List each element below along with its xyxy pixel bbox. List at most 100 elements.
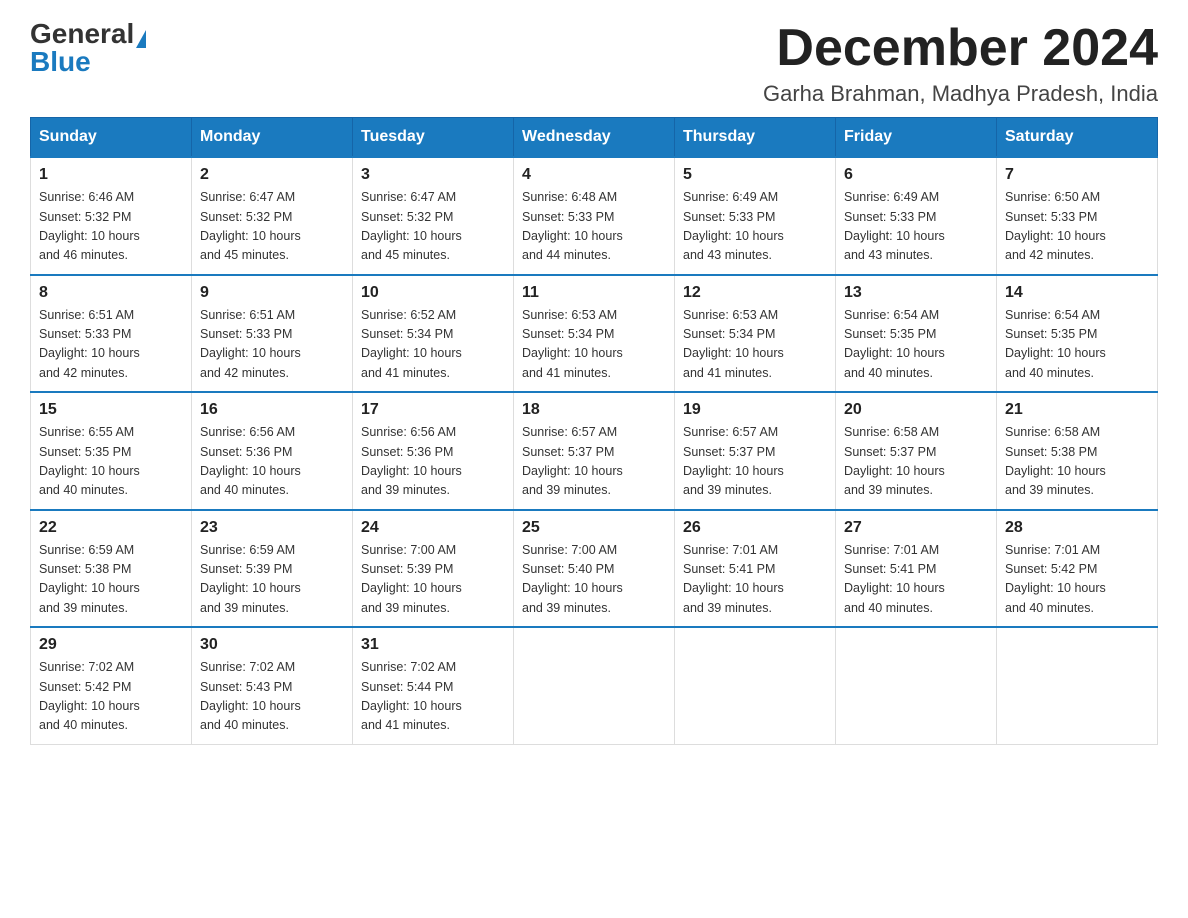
day-info: Sunrise: 6:57 AM Sunset: 5:37 PM Dayligh… (683, 423, 827, 501)
calendar-cell: 16 Sunrise: 6:56 AM Sunset: 5:36 PM Dayl… (192, 392, 353, 510)
calendar-cell: 9 Sunrise: 6:51 AM Sunset: 5:33 PM Dayli… (192, 275, 353, 393)
calendar-week-4: 22 Sunrise: 6:59 AM Sunset: 5:38 PM Dayl… (31, 510, 1158, 628)
day-info: Sunrise: 6:52 AM Sunset: 5:34 PM Dayligh… (361, 306, 505, 384)
day-number: 8 (39, 284, 183, 302)
day-number: 31 (361, 636, 505, 654)
calendar-header-row: Sunday Monday Tuesday Wednesday Thursday… (31, 118, 1158, 158)
day-number: 5 (683, 166, 827, 184)
calendar-cell: 4 Sunrise: 6:48 AM Sunset: 5:33 PM Dayli… (514, 157, 675, 275)
day-number: 19 (683, 401, 827, 419)
day-info: Sunrise: 6:50 AM Sunset: 5:33 PM Dayligh… (1005, 188, 1149, 266)
calendar-cell: 18 Sunrise: 6:57 AM Sunset: 5:37 PM Dayl… (514, 392, 675, 510)
day-number: 24 (361, 519, 505, 537)
calendar-cell: 22 Sunrise: 6:59 AM Sunset: 5:38 PM Dayl… (31, 510, 192, 628)
day-number: 4 (522, 166, 666, 184)
day-number: 11 (522, 284, 666, 302)
day-info: Sunrise: 6:58 AM Sunset: 5:38 PM Dayligh… (1005, 423, 1149, 501)
calendar-cell: 13 Sunrise: 6:54 AM Sunset: 5:35 PM Dayl… (836, 275, 997, 393)
day-info: Sunrise: 7:02 AM Sunset: 5:43 PM Dayligh… (200, 658, 344, 736)
calendar-cell: 21 Sunrise: 6:58 AM Sunset: 5:38 PM Dayl… (997, 392, 1158, 510)
calendar-cell: 27 Sunrise: 7:01 AM Sunset: 5:41 PM Dayl… (836, 510, 997, 628)
location-subtitle: Garha Brahman, Madhya Pradesh, India (763, 81, 1158, 107)
day-info: Sunrise: 6:59 AM Sunset: 5:39 PM Dayligh… (200, 541, 344, 619)
day-number: 3 (361, 166, 505, 184)
calendar-cell: 2 Sunrise: 6:47 AM Sunset: 5:32 PM Dayli… (192, 157, 353, 275)
day-info: Sunrise: 6:51 AM Sunset: 5:33 PM Dayligh… (200, 306, 344, 384)
day-info: Sunrise: 7:01 AM Sunset: 5:41 PM Dayligh… (844, 541, 988, 619)
calendar-table: Sunday Monday Tuesday Wednesday Thursday… (30, 117, 1158, 745)
day-info: Sunrise: 6:58 AM Sunset: 5:37 PM Dayligh… (844, 423, 988, 501)
day-info: Sunrise: 7:01 AM Sunset: 5:42 PM Dayligh… (1005, 541, 1149, 619)
day-info: Sunrise: 6:47 AM Sunset: 5:32 PM Dayligh… (361, 188, 505, 266)
day-info: Sunrise: 6:55 AM Sunset: 5:35 PM Dayligh… (39, 423, 183, 501)
day-info: Sunrise: 6:53 AM Sunset: 5:34 PM Dayligh… (522, 306, 666, 384)
col-saturday: Saturday (997, 118, 1158, 158)
calendar-cell: 29 Sunrise: 7:02 AM Sunset: 5:42 PM Dayl… (31, 627, 192, 744)
day-info: Sunrise: 7:02 AM Sunset: 5:44 PM Dayligh… (361, 658, 505, 736)
day-number: 7 (1005, 166, 1149, 184)
logo: General Blue (30, 20, 146, 76)
day-number: 27 (844, 519, 988, 537)
calendar-week-1: 1 Sunrise: 6:46 AM Sunset: 5:32 PM Dayli… (31, 157, 1158, 275)
day-info: Sunrise: 6:59 AM Sunset: 5:38 PM Dayligh… (39, 541, 183, 619)
calendar-week-3: 15 Sunrise: 6:55 AM Sunset: 5:35 PM Dayl… (31, 392, 1158, 510)
calendar-cell: 19 Sunrise: 6:57 AM Sunset: 5:37 PM Dayl… (675, 392, 836, 510)
col-monday: Monday (192, 118, 353, 158)
day-info: Sunrise: 6:54 AM Sunset: 5:35 PM Dayligh… (844, 306, 988, 384)
day-info: Sunrise: 7:00 AM Sunset: 5:39 PM Dayligh… (361, 541, 505, 619)
day-number: 20 (844, 401, 988, 419)
day-info: Sunrise: 6:46 AM Sunset: 5:32 PM Dayligh… (39, 188, 183, 266)
day-number: 9 (200, 284, 344, 302)
calendar-cell: 12 Sunrise: 6:53 AM Sunset: 5:34 PM Dayl… (675, 275, 836, 393)
day-info: Sunrise: 6:47 AM Sunset: 5:32 PM Dayligh… (200, 188, 344, 266)
day-number: 15 (39, 401, 183, 419)
day-number: 23 (200, 519, 344, 537)
title-section: December 2024 Garha Brahman, Madhya Prad… (763, 20, 1158, 107)
calendar-week-2: 8 Sunrise: 6:51 AM Sunset: 5:33 PM Dayli… (31, 275, 1158, 393)
col-wednesday: Wednesday (514, 118, 675, 158)
day-info: Sunrise: 6:51 AM Sunset: 5:33 PM Dayligh… (39, 306, 183, 384)
calendar-cell: 3 Sunrise: 6:47 AM Sunset: 5:32 PM Dayli… (353, 157, 514, 275)
col-tuesday: Tuesday (353, 118, 514, 158)
day-number: 18 (522, 401, 666, 419)
day-number: 12 (683, 284, 827, 302)
day-number: 26 (683, 519, 827, 537)
day-number: 10 (361, 284, 505, 302)
calendar-cell (675, 627, 836, 744)
calendar-cell: 11 Sunrise: 6:53 AM Sunset: 5:34 PM Dayl… (514, 275, 675, 393)
calendar-cell: 8 Sunrise: 6:51 AM Sunset: 5:33 PM Dayli… (31, 275, 192, 393)
day-number: 2 (200, 166, 344, 184)
calendar-cell: 26 Sunrise: 7:01 AM Sunset: 5:41 PM Dayl… (675, 510, 836, 628)
day-number: 22 (39, 519, 183, 537)
calendar-cell: 17 Sunrise: 6:56 AM Sunset: 5:36 PM Dayl… (353, 392, 514, 510)
day-info: Sunrise: 6:54 AM Sunset: 5:35 PM Dayligh… (1005, 306, 1149, 384)
day-info: Sunrise: 6:49 AM Sunset: 5:33 PM Dayligh… (683, 188, 827, 266)
logo-general-line: General (30, 20, 146, 48)
day-number: 28 (1005, 519, 1149, 537)
calendar-cell: 24 Sunrise: 7:00 AM Sunset: 5:39 PM Dayl… (353, 510, 514, 628)
day-number: 16 (200, 401, 344, 419)
month-year-title: December 2024 (763, 20, 1158, 77)
day-info: Sunrise: 7:00 AM Sunset: 5:40 PM Dayligh… (522, 541, 666, 619)
calendar-cell (836, 627, 997, 744)
day-number: 17 (361, 401, 505, 419)
day-info: Sunrise: 6:53 AM Sunset: 5:34 PM Dayligh… (683, 306, 827, 384)
calendar-cell: 6 Sunrise: 6:49 AM Sunset: 5:33 PM Dayli… (836, 157, 997, 275)
day-number: 21 (1005, 401, 1149, 419)
day-info: Sunrise: 6:48 AM Sunset: 5:33 PM Dayligh… (522, 188, 666, 266)
calendar-cell: 25 Sunrise: 7:00 AM Sunset: 5:40 PM Dayl… (514, 510, 675, 628)
calendar-cell (514, 627, 675, 744)
logo-blue-text: Blue (30, 46, 91, 77)
calendar-week-5: 29 Sunrise: 7:02 AM Sunset: 5:42 PM Dayl… (31, 627, 1158, 744)
calendar-cell: 28 Sunrise: 7:01 AM Sunset: 5:42 PM Dayl… (997, 510, 1158, 628)
calendar-cell: 23 Sunrise: 6:59 AM Sunset: 5:39 PM Dayl… (192, 510, 353, 628)
day-number: 29 (39, 636, 183, 654)
calendar-cell: 14 Sunrise: 6:54 AM Sunset: 5:35 PM Dayl… (997, 275, 1158, 393)
day-info: Sunrise: 6:49 AM Sunset: 5:33 PM Dayligh… (844, 188, 988, 266)
day-info: Sunrise: 7:01 AM Sunset: 5:41 PM Dayligh… (683, 541, 827, 619)
day-number: 30 (200, 636, 344, 654)
day-number: 1 (39, 166, 183, 184)
day-info: Sunrise: 6:57 AM Sunset: 5:37 PM Dayligh… (522, 423, 666, 501)
calendar-cell: 20 Sunrise: 6:58 AM Sunset: 5:37 PM Dayl… (836, 392, 997, 510)
day-number: 13 (844, 284, 988, 302)
